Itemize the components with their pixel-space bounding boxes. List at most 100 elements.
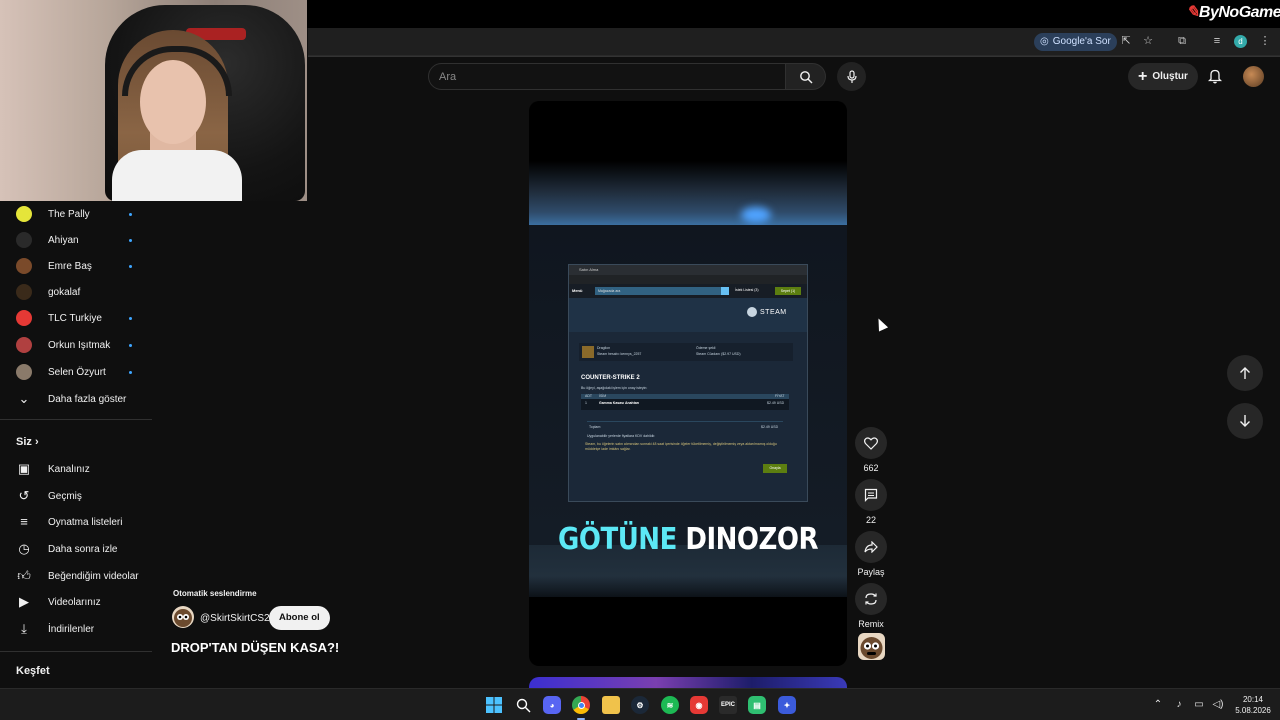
file-explorer-icon[interactable]: [602, 696, 620, 714]
extensions-icon[interactable]: ⧉: [1175, 34, 1189, 48]
app-green-icon[interactable]: ▤: [748, 696, 766, 714]
sound-thumbnail[interactable]: [858, 633, 885, 660]
steam-window-title: Satın Alma: [569, 265, 807, 275]
previous-short-button[interactable]: [1227, 355, 1263, 391]
share-button[interactable]: [855, 531, 887, 563]
microphone-tray-icon[interactable]: ♪: [1172, 698, 1186, 712]
auto-dub-label: Otomatik seslendirme: [173, 589, 257, 598]
comment-icon: [864, 488, 878, 502]
taskbar-search-icon[interactable]: [514, 696, 532, 714]
next-short-button[interactable]: [1227, 403, 1263, 439]
discord-icon[interactable]: ◕: [543, 696, 561, 714]
channel-avatar: [16, 284, 32, 300]
bell-icon: [1208, 69, 1222, 84]
channel-avatar[interactable]: [172, 606, 194, 628]
like-button[interactable]: [855, 427, 887, 459]
caption-word-1: GÖTÜNE: [558, 522, 677, 558]
plus-icon: +: [1138, 67, 1148, 85]
like-count: 662: [863, 463, 879, 473]
comment-button[interactable]: [855, 479, 887, 511]
browser-toolbar: [308, 28, 1280, 56]
sidebar-item-liked-videos[interactable]: 👍︎ Beğendiğim videolar: [0, 563, 155, 589]
sidebar-item-the-pally[interactable]: The Pally: [0, 201, 155, 227]
app-red-icon[interactable]: ◉: [690, 696, 708, 714]
sidebar-item-tlc-turkiye[interactable]: TLC Turkiye: [0, 305, 155, 331]
search-button[interactable]: [786, 63, 826, 90]
sidebar-item-orkun-isitmak[interactable]: Orkun Işıtmak: [0, 332, 155, 358]
epic-games-icon[interactable]: EPIC: [719, 696, 737, 714]
short-title[interactable]: DROP'TAN DÜŞEN KASA?!: [171, 640, 339, 655]
live-indicator: [129, 264, 132, 268]
sidebar-item-emre-bas[interactable]: Emre Baş: [0, 253, 155, 279]
video-blur-background: [529, 161, 847, 225]
system-clock[interactable]: 20:14 5.08.2026: [1230, 694, 1276, 716]
app-blue-icon[interactable]: ✦: [778, 696, 796, 714]
bookmark-star-icon[interactable]: ☆: [1141, 34, 1155, 48]
steam-total-value: $2.49 USD: [761, 425, 779, 429]
steam-tax-note: Uygulanabilir yerlerde fiyatlara KDV dah…: [587, 434, 656, 438]
channel-avatar-icon: [174, 609, 192, 627]
sidebar-item-history[interactable]: ↺ Geçmiş: [0, 483, 155, 509]
sidebar-item-channel[interactable]: ▣ Kanalınız: [0, 456, 155, 482]
spotify-icon[interactable]: ≋: [661, 696, 679, 714]
channel-avatar: [16, 364, 32, 380]
steam-address-bar: [569, 275, 807, 284]
browser-menu-icon[interactable]: ⋮: [1258, 34, 1272, 48]
sidebar-item-gokalaf[interactable]: gokalaf: [0, 279, 155, 305]
sidebar-item-your-videos[interactable]: ▶ Videolarınız: [0, 589, 155, 615]
like-action: 662: [855, 427, 887, 473]
sidebar-item-selen-ozyurt[interactable]: Selen Özyurt: [0, 359, 155, 385]
share-label: Paylaş: [857, 567, 885, 577]
streamer-top: [112, 150, 242, 201]
steam-payment-method: Steam Cüzdanı ($2.97 USD): [696, 352, 741, 356]
comment-count: 22: [865, 515, 876, 525]
search-input[interactable]: [439, 69, 769, 85]
channel-avatar: [16, 232, 32, 248]
sidebar-item-label: The Pally: [48, 208, 90, 220]
tray-overflow-icon[interactable]: ⌃: [1151, 698, 1165, 712]
sidebar-divider: [0, 419, 152, 420]
channel-avatar: [16, 258, 32, 274]
remix-button[interactable]: [855, 583, 887, 615]
sidebar-explore-heading: Keşfet: [16, 665, 50, 677]
sidebar-item-watch-later[interactable]: ◷ Daha sonra izle: [0, 536, 155, 562]
show-more-label: Daha fazla göster: [48, 393, 127, 405]
subscribe-button[interactable]: Abone ol: [269, 606, 330, 630]
sound-avatar-icon: [860, 637, 883, 659]
display-tray-icon[interactable]: ▭: [1192, 698, 1206, 712]
create-button[interactable]: + Oluştur: [1128, 63, 1198, 90]
steam-game-title: COUNTER-STRIKE 2: [581, 375, 640, 381]
your-videos-icon: ▶: [19, 594, 29, 609]
volume-icon[interactable]: ◁): [1211, 698, 1225, 712]
google-ask-button[interactable]: ◎ Google'a Sor: [1034, 33, 1117, 51]
next-short-preview[interactable]: [529, 677, 847, 688]
sidebar-item-ahiyan[interactable]: Ahiyan: [0, 227, 155, 253]
sidebar-you-heading[interactable]: Siz ›: [16, 436, 39, 448]
media-controls-icon[interactable]: ≡: [1210, 34, 1224, 48]
install-app-icon[interactable]: ⇱: [1119, 34, 1133, 48]
sidebar-show-more[interactable]: ⌄ Daha fazla göster: [0, 386, 155, 412]
chrome-icon[interactable]: [572, 696, 590, 714]
share-action: Paylaş: [855, 531, 887, 577]
sidebar-item-label: Selen Özyurt: [48, 366, 106, 378]
watermark-logo: ✎ByNoGame: [1186, 4, 1280, 21]
voice-search-button[interactable]: [837, 62, 866, 91]
channel-avatar: [16, 206, 32, 222]
windows-start-icon[interactable]: [485, 696, 503, 714]
steam-total-row: Toplam: $2.49 USD: [587, 421, 783, 431]
account-avatar[interactable]: [1243, 66, 1264, 87]
chevron-right-icon: ›: [34, 436, 39, 448]
steam-icon[interactable]: ⚙: [631, 696, 649, 714]
notifications-button[interactable]: [1205, 66, 1225, 86]
browser-profile-avatar[interactable]: d: [1234, 35, 1247, 48]
remix-icon: [865, 593, 877, 605]
channel-handle[interactable]: @SkirtSkirtCS2: [200, 613, 270, 624]
google-ask-label: Google'a Sor: [1052, 36, 1111, 47]
steam-cart: Sepet (1): [775, 287, 801, 295]
sidebar-item-label: Videolarınız: [48, 596, 101, 608]
short-video-player[interactable]: Satın Alma Menü Mağazada ara İstek Liste…: [529, 101, 847, 666]
sidebar-item-downloads[interactable]: ⤓ İndirilenler: [0, 616, 155, 642]
comment-action: 22: [855, 479, 887, 525]
windows-taskbar: ◕ ⚙ ≋ ◉ EPIC ▤ ✦ ⌃ ♪ ▭ ◁) 20:14 5.08.202…: [0, 688, 1280, 720]
sidebar-item-playlists[interactable]: ≡ Oynatma listeleri: [0, 509, 155, 535]
